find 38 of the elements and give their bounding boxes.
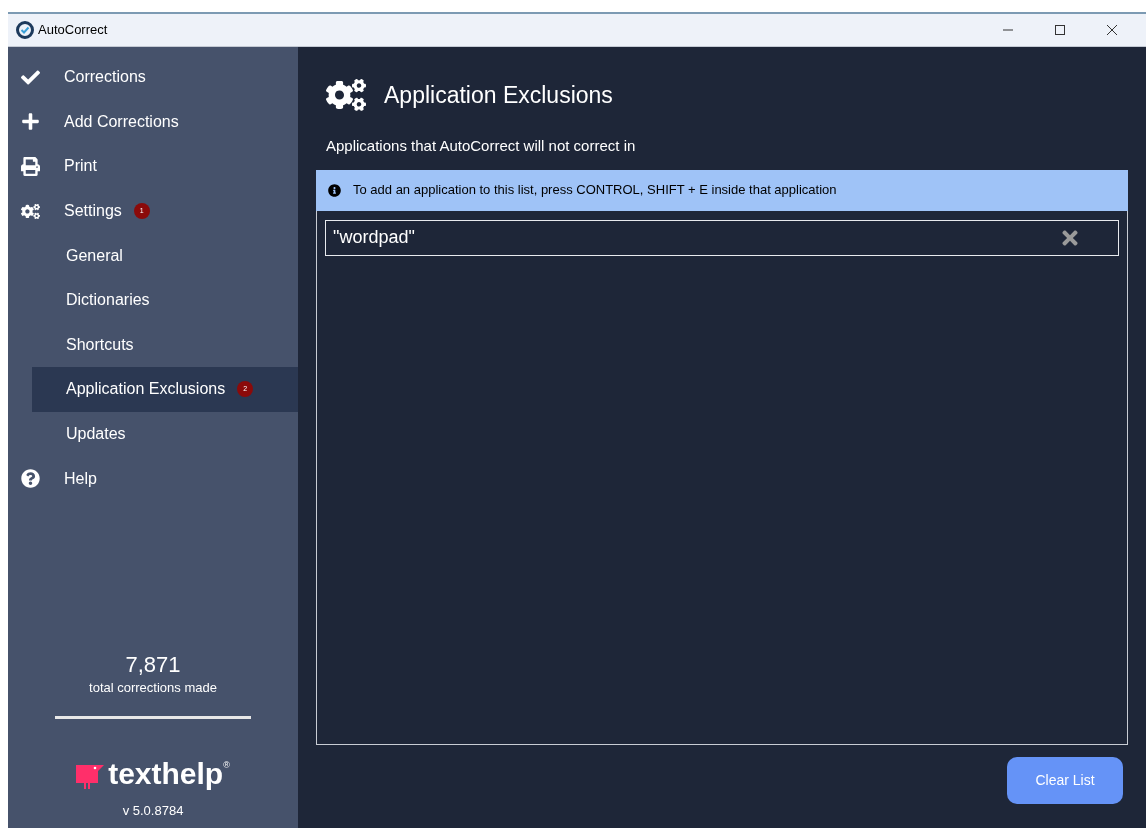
entry-text: "wordpad" (333, 226, 415, 249)
nav-label: Print (64, 156, 97, 177)
nav-item[interactable]: Add Corrections (8, 99, 298, 145)
window-title: AutoCorrect (38, 21, 108, 40)
plus-icon (21, 112, 40, 132)
brand-logo: texthelp (108, 758, 224, 789)
app-logo-icon (16, 21, 34, 39)
check-icon (21, 67, 40, 87)
nav-label: Help (64, 468, 97, 489)
exclusion-entry[interactable]: "wordpad" (325, 219, 1119, 256)
info-text: To add an application to this list, press CONTROL, SHIFT + E inside that application (353, 181, 837, 200)
nav-item[interactable]: Help (8, 456, 298, 501)
gears-icon (21, 201, 40, 221)
nav-label: Corrections (64, 67, 146, 88)
nav-label: Dictionaries (66, 290, 150, 311)
nav-item[interactable]: Print (8, 144, 298, 189)
nav-label: General (66, 245, 123, 266)
nav-label: Application Exclusions (66, 379, 226, 400)
nav-label: Updates (66, 424, 126, 445)
info-icon (328, 183, 341, 197)
nav-item[interactable]: Corrections (8, 55, 298, 100)
nav-label: Settings (64, 201, 122, 222)
help-icon (21, 469, 40, 489)
printer-icon (21, 157, 40, 176)
count-caption: total corrections made (89, 679, 217, 697)
nav-subitem[interactable]: Dictionaries (32, 277, 298, 323)
nav-subitem[interactable]: Updates (32, 411, 298, 457)
nav-label: Shortcuts (66, 334, 134, 355)
corrections-count: 7,871 (125, 650, 181, 678)
registered-mark: ® (223, 758, 230, 770)
page-title: Application Exclusions (384, 80, 613, 110)
version-text: v 5.0.8784 (122, 801, 184, 820)
page-subtitle: Applications that AutoCorrect will not correct in (326, 136, 637, 156)
nav-subitem[interactable]: General (32, 233, 298, 278)
maximize-icon (1055, 25, 1065, 35)
nav-label: Add Corrections (64, 111, 179, 132)
close-icon (1107, 25, 1117, 35)
nav-subitem[interactable]: Shortcuts (32, 322, 298, 368)
